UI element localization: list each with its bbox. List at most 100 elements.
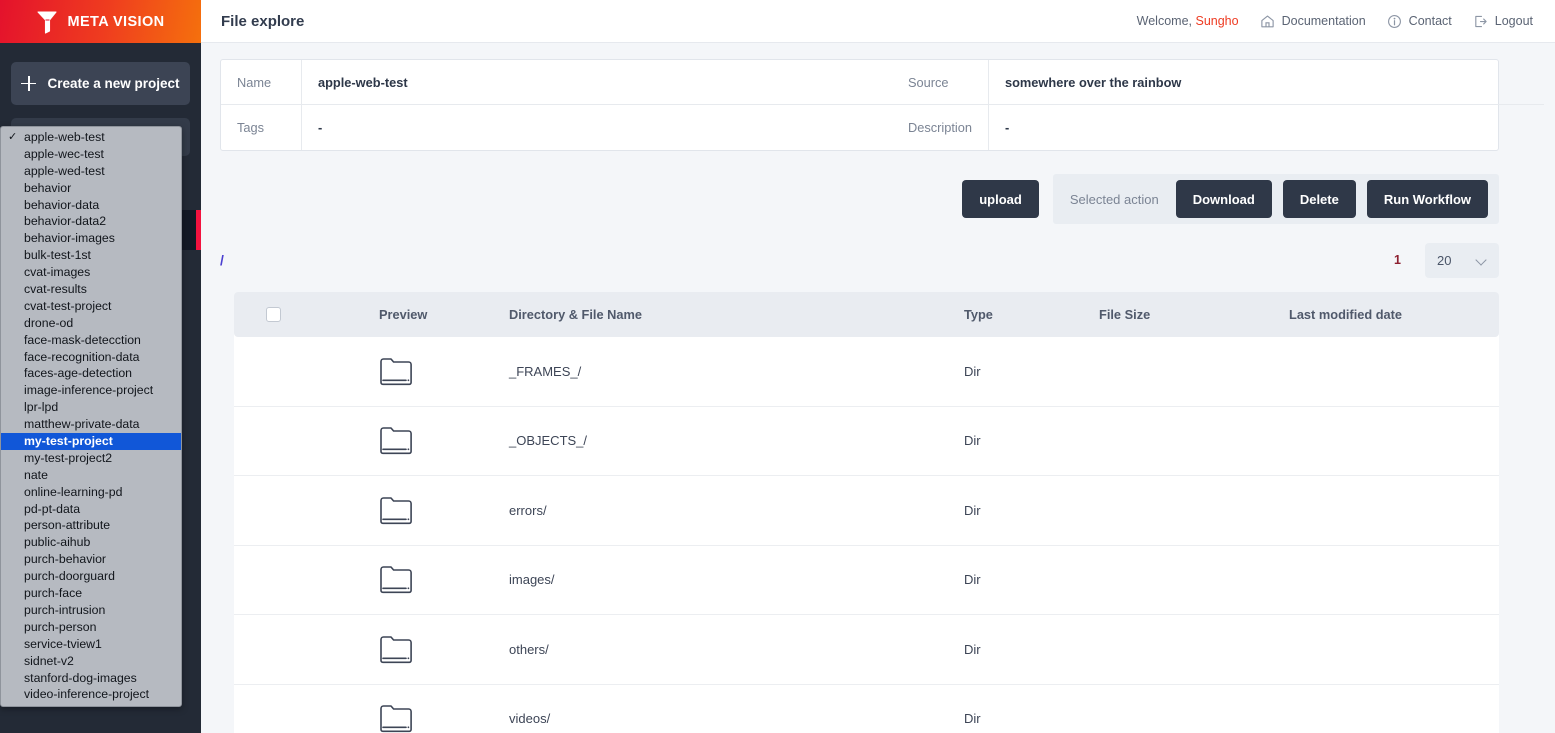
run-workflow-button[interactable]: Run Workflow <box>1366 180 1488 218</box>
page-number[interactable]: 1 <box>1394 253 1401 267</box>
table-row[interactable]: errors/Dir <box>234 476 1499 546</box>
dropdown-item[interactable]: drone-od <box>1 315 181 332</box>
dropdown-item[interactable]: behavior-data2 <box>1 213 181 230</box>
info-description-label: Description <box>908 120 973 135</box>
dropdown-item[interactable]: sidnet-v2 <box>1 653 181 670</box>
documentation-label: Documentation <box>1281 14 1366 28</box>
dropdown-item[interactable]: face-mask-detecction <box>1 332 181 349</box>
file-type: Dir <box>964 572 981 588</box>
file-type: Dir <box>964 641 981 657</box>
dropdown-item[interactable]: image-inference-project <box>1 382 181 399</box>
plus-icon <box>21 76 37 91</box>
info-name-label: Name <box>221 60 301 105</box>
dropdown-item[interactable]: behavior <box>1 180 181 197</box>
dropdown-item[interactable]: purch-intrusion <box>1 602 181 619</box>
download-button[interactable]: Download <box>1175 180 1272 218</box>
topnav: Welcome, Sungho Documentation Contact Lo… <box>1137 14 1533 29</box>
upload-button[interactable]: upload <box>962 180 1039 218</box>
dropdown-item[interactable]: pd-pt-data <box>1 501 181 518</box>
page-title: File explore <box>221 12 305 30</box>
file-table-header: Preview Directory & File Name Type File … <box>234 292 1499 337</box>
breadcrumb[interactable]: / <box>220 252 224 268</box>
per-page-select[interactable]: 20 <box>1425 242 1499 278</box>
dropdown-item[interactable]: apple-wec-test <box>1 146 181 163</box>
dropdown-item[interactable]: purch-face <box>1 585 181 602</box>
table-row[interactable]: _OBJECTS_/ Dir <box>234 407 1499 476</box>
column-type: Type <box>964 307 993 322</box>
brand-header: META VISION <box>0 0 201 43</box>
dropdown-item[interactable]: matthew-private-data <box>1 416 181 433</box>
chevron-down-icon <box>1476 255 1487 266</box>
info-tags-label: Tags <box>237 120 265 135</box>
delete-button[interactable]: Delete <box>1282 180 1356 218</box>
dropdown-item[interactable]: my-test-project2 <box>1 450 181 467</box>
column-last-modified-date: Last modified date <box>1289 307 1403 322</box>
dropdown-item[interactable]: purch-behavior <box>1 551 181 568</box>
contact-label: Contact <box>1408 14 1452 28</box>
username: Sungho <box>1195 14 1239 28</box>
dropdown-item[interactable]: purch-doorguard <box>1 568 181 585</box>
create-new-project-label: Create a new project <box>47 76 180 91</box>
file-name: _FRAMES_/ <box>509 363 582 379</box>
folder-icon <box>379 635 509 664</box>
dropdown-item[interactable]: my-test-project <box>1 433 181 450</box>
dropdown-item[interactable]: face-recognition-data <box>1 349 181 366</box>
per-page-value: 20 <box>1437 252 1452 268</box>
welcome-prefix: Welcome, <box>1136 14 1192 28</box>
column-directory-file-name: Directory & File Name <box>509 307 642 322</box>
file-name: images/ <box>509 572 555 588</box>
topbar: File explore Welcome, Sungho Documentati… <box>201 0 1555 43</box>
dropdown-item[interactable]: cvat-results <box>1 281 181 298</box>
file-explorer-app: META VISION Create a new project apple-w… <box>0 0 1555 733</box>
dropdown-item[interactable]: lpr-lpd <box>1 399 181 416</box>
selected-action-group: Selected action Download Delete Run Work… <box>1052 174 1499 224</box>
info-source-value: somewhere over the rainbow <box>988 60 1544 105</box>
select-all-checkbox[interactable] <box>266 307 281 322</box>
table-row[interactable]: _FRAMES_/ Dir <box>234 337 1499 407</box>
contact-link[interactable]: Contact <box>1387 14 1452 29</box>
info-circle-icon <box>1387 14 1401 28</box>
file-name: _OBJECTS_/ <box>509 433 588 449</box>
logout-link[interactable]: Logout <box>1473 14 1533 29</box>
table-row[interactable]: others/Dir <box>234 615 1499 685</box>
file-type: Dir <box>964 363 981 379</box>
dropdown-item[interactable]: behavior-images <box>1 230 181 247</box>
dropdown-item[interactable]: stanford-dog-images <box>1 670 181 687</box>
pagination: 1 20 <box>1394 242 1499 278</box>
dropdown-item[interactable]: person-attribute <box>1 517 181 534</box>
table-row[interactable]: images/Dir <box>234 546 1499 615</box>
dropdown-item[interactable]: video-inference-project <box>1 686 181 703</box>
logout-label: Logout <box>1494 14 1533 28</box>
dropdown-item[interactable]: public-aihub <box>1 534 181 551</box>
column-preview: Preview <box>379 307 428 322</box>
create-new-project-button[interactable]: Create a new project <box>11 62 190 105</box>
documentation-link[interactable]: Documentation <box>1260 14 1366 29</box>
file-table: Preview Directory & File Name Type File … <box>234 292 1499 733</box>
file-type: Dir <box>964 502 981 518</box>
dropdown-item[interactable]: behavior-data <box>1 197 181 214</box>
info-tags-value: - <box>301 105 892 150</box>
dropdown-item[interactable]: apple-wed-test <box>1 163 181 180</box>
dropdown-item[interactable]: faces-age-detection <box>1 365 181 382</box>
file-type: Dir <box>964 433 981 449</box>
dropdown-item[interactable]: bulk-test-1st <box>1 247 181 264</box>
info-name-value: apple-web-test <box>301 60 892 105</box>
dropdown-item[interactable]: purch-person <box>1 619 181 636</box>
file-type: Dir <box>964 711 981 727</box>
actions-row: upload Selected action Download Delete R… <box>220 174 1499 224</box>
folder-icon <box>379 357 509 386</box>
dropdown-item[interactable]: apple-web-test <box>1 129 181 146</box>
file-name: errors/ <box>509 502 547 518</box>
table-row[interactable]: videos/Dir <box>234 685 1499 733</box>
file-name: others/ <box>509 641 549 657</box>
dropdown-item[interactable]: service-tview1 <box>1 636 181 653</box>
dropdown-item[interactable]: nate <box>1 467 181 484</box>
project-dropdown-menu[interactable]: apple-web-testapple-wec-testapple-wed-te… <box>0 126 182 707</box>
dropdown-item[interactable]: cvat-test-project <box>1 298 181 315</box>
project-info-table: Name apple-web-test Source somewhere ove… <box>220 59 1544 151</box>
dropdown-item[interactable]: cvat-images <box>1 264 181 281</box>
brand-name: META VISION <box>67 13 165 30</box>
folder-icon <box>379 565 509 594</box>
funnel-logo-icon <box>37 10 58 34</box>
dropdown-item[interactable]: online-learning-pd <box>1 484 181 501</box>
